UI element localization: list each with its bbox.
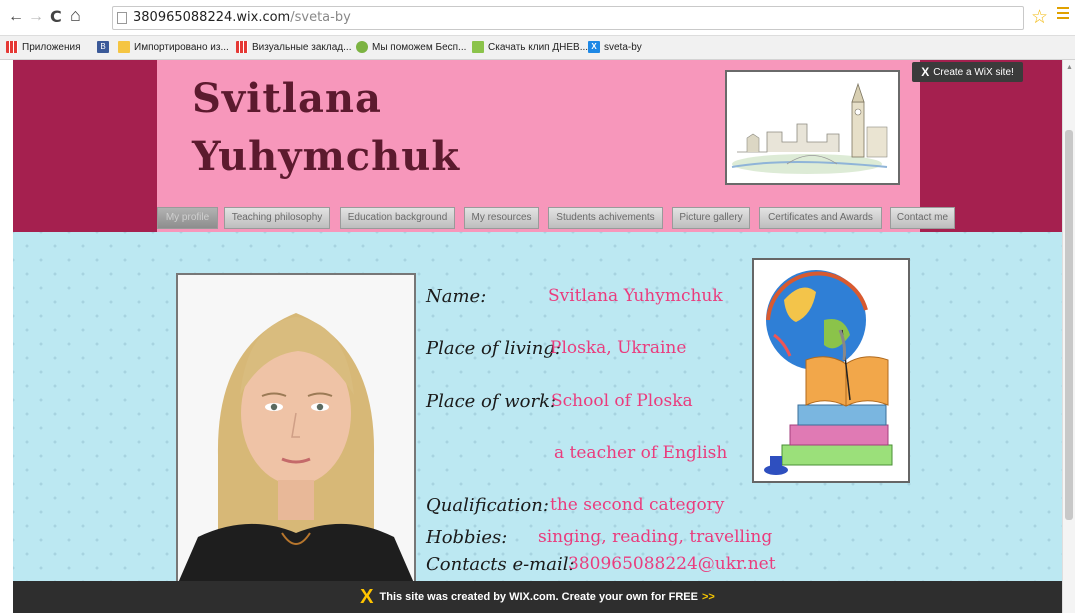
bookmark-label: Мы поможем Бесп... <box>372 41 467 53</box>
apps-icon <box>236 41 248 53</box>
bookmark-vk[interactable]: B <box>97 41 113 53</box>
london-illustration <box>725 70 900 185</box>
wix-icon: X <box>588 41 600 53</box>
wix-logo-icon: X <box>360 585 374 608</box>
home-icon[interactable]: ⌂ <box>70 6 81 24</box>
bookmark-visual[interactable]: Визуальные заклад... <box>236 41 351 53</box>
bookmark-label: Визуальные заклад... <box>252 41 352 53</box>
bookmark-label: Приложения <box>22 41 81 53</box>
vk-icon: B <box>97 41 109 53</box>
bookmark-imported[interactable]: Импортировано из... <box>118 41 229 53</box>
work-value: School of Ploska <box>551 391 693 411</box>
tab-teaching-philosophy[interactable]: Teaching philosophy <box>224 207 330 229</box>
url-text[interactable]: 380965088224.wix.com/sveta-by <box>133 10 351 25</box>
browser-menu-icon[interactable] <box>1057 7 1069 21</box>
qualification-label: Qualification: <box>426 495 549 516</box>
scrollbar-thumb[interactable] <box>1065 130 1073 520</box>
bookmarks-bar: Приложения B Импортировано из... Визуаль… <box>0 36 1075 60</box>
name-label: Name: <box>426 286 487 307</box>
page-scrollbar[interactable]: ▲ <box>1062 60 1075 613</box>
site-title: Svitlana Yuhymchuk <box>192 70 572 186</box>
living-label: Place of living: <box>426 338 561 359</box>
bookmark-help[interactable]: Мы поможем Бесп... <box>356 41 466 53</box>
qualification-value: the second category <box>550 495 725 515</box>
bookmark-label: sveta-by <box>604 41 642 53</box>
apps-icon <box>6 41 18 53</box>
create-wix-site-button[interactable]: X Create a WiX site! <box>912 62 1023 82</box>
site-title-line1: Svitlana <box>192 75 382 122</box>
leaf-icon <box>356 41 368 53</box>
create-wix-label: Create a WiX site! <box>933 66 1014 78</box>
scroll-up-icon[interactable]: ▲ <box>1066 64 1073 71</box>
back-icon[interactable]: ← <box>8 9 24 25</box>
work-label: Place of work: <box>426 391 557 412</box>
browser-toolbar: ← → C ⌂ 380965088224.wix.com/sveta-by ☆ <box>0 0 1075 36</box>
url-host: 380965088224.wix.com <box>133 10 291 25</box>
bookmark-apps[interactable]: Приложения <box>6 41 81 53</box>
address-bar[interactable]: 380965088224.wix.com/sveta-by <box>112 6 1024 30</box>
email-value[interactable]: 380965088224@ukr.net <box>568 554 776 574</box>
work-role-value: a teacher of English <box>554 443 728 463</box>
bookmark-label: Импортировано из... <box>134 41 229 53</box>
folder-icon <box>118 41 130 53</box>
page-icon <box>117 12 127 24</box>
globe-books-drawing <box>754 260 908 481</box>
london-drawing <box>727 72 898 183</box>
wix-footer-banner[interactable]: X This site was created by WIX.com. Crea… <box>13 581 1062 613</box>
hobbies-label: Hobbies: <box>426 527 508 548</box>
wix-footer-arrows: >> <box>701 591 715 603</box>
bookmark-label: Скачать клип ДНЕВ... <box>488 41 589 53</box>
site-title-line2: Yuhymchuk <box>192 133 461 180</box>
tab-my-profile[interactable]: My profile <box>157 207 218 229</box>
bookmark-sveta[interactable]: X sveta-by <box>588 41 642 53</box>
tab-contact-me[interactable]: Contact me <box>890 207 955 229</box>
portrait-drawing <box>178 275 414 583</box>
url-path: /sveta-by <box>290 10 351 25</box>
bookmark-star-icon[interactable]: ☆ <box>1031 6 1048 29</box>
profile-photo <box>176 273 416 585</box>
tab-students-achivements[interactable]: Students achivements <box>548 207 663 229</box>
hobbies-value: singing, reading, travelling <box>538 527 773 547</box>
tab-education-background[interactable]: Education background <box>340 207 455 229</box>
name-value: Svitlana Yuhymchuk <box>548 286 723 306</box>
tab-picture-gallery[interactable]: Picture gallery <box>672 207 750 229</box>
globe-books-illustration <box>752 258 910 483</box>
tab-certificates-awards[interactable]: Certificates and Awards <box>759 207 882 229</box>
reload-icon[interactable]: C <box>50 9 62 25</box>
living-value: Ploska, Ukraine <box>550 338 687 358</box>
tab-my-resources[interactable]: My resources <box>464 207 539 229</box>
forward-icon[interactable]: → <box>28 9 44 25</box>
email-label: Contacts e-mail: <box>426 554 575 575</box>
wix-footer-text: This site was created by WIX.com. Create… <box>379 591 698 603</box>
clip-icon <box>472 41 484 53</box>
bookmark-clip[interactable]: Скачать клип ДНЕВ... <box>472 41 588 53</box>
wix-logo-icon: X <box>921 65 930 79</box>
